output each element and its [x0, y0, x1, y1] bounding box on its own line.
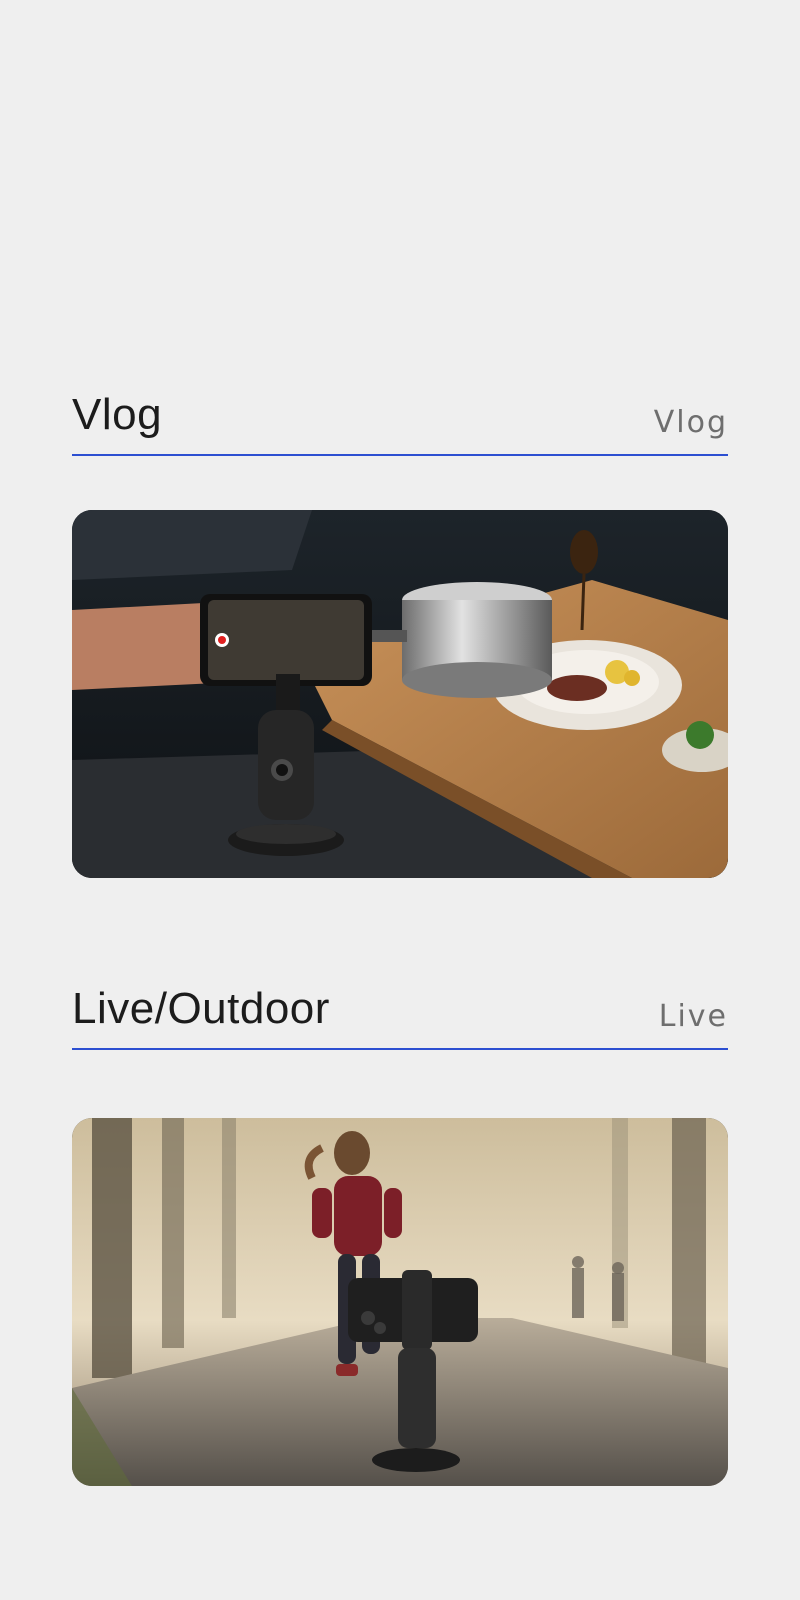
section-heading-row: Live/Outdoor Live: [72, 984, 728, 1050]
vlog-photo: [72, 510, 728, 878]
section-heading-row: Vlog Vlog: [72, 390, 728, 456]
section-vlog-header: Vlog Vlog: [72, 390, 728, 456]
section-live-header: Live/Outdoor Live: [72, 984, 728, 1050]
section-title: Vlog: [72, 390, 163, 439]
section-subtitle: Vlog: [653, 405, 728, 440]
section-subtitle: Live: [658, 999, 728, 1034]
live-photo: [72, 1118, 728, 1486]
section-title: Live/Outdoor: [72, 984, 330, 1033]
cooking-scene-illustration: [72, 510, 728, 878]
runner-forest-illustration: [72, 1118, 728, 1486]
